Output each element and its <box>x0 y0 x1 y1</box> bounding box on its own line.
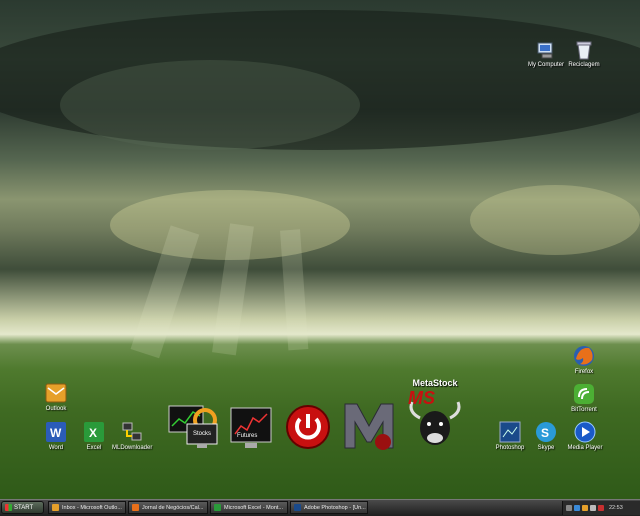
my-computer-icon[interactable]: My Computer <box>528 42 564 68</box>
mail-icon <box>45 383 67 403</box>
photoshop-icon[interactable]: Photoshop <box>492 421 528 451</box>
task-label: Microsoft Excel - Mont... <box>224 504 283 511</box>
task-label: Jornal de Negócios/Cal... <box>142 504 204 511</box>
clock[interactable]: 22:53 <box>609 505 623 511</box>
tray-network-icon[interactable] <box>574 505 580 511</box>
system-tray: 22:53 <box>562 501 640 515</box>
metastock-icon[interactable]: MetaStock MS <box>400 378 470 448</box>
tray-volume-icon[interactable] <box>590 505 596 511</box>
start-button[interactable]: START <box>1 501 44 514</box>
icon-label: My Computer <box>528 62 565 68</box>
skype-logo-icon: S <box>536 422 556 442</box>
network-icon <box>122 422 142 441</box>
icon-label: Reciclagem <box>568 62 600 68</box>
photoshop-icon <box>294 504 301 511</box>
cloud-light <box>470 185 640 255</box>
taskbar: START Inbox - Microsoft Outlo... Jornal … <box>0 499 640 516</box>
play-icon <box>574 421 596 443</box>
svg-text:X: X <box>89 426 97 440</box>
tray-arrow-icon[interactable] <box>566 505 572 511</box>
futures-label: Futures <box>237 433 258 439</box>
svg-text:S: S <box>541 426 549 440</box>
spreadsheet-icon: X <box>84 422 104 442</box>
stocks-label: Stocks <box>193 431 212 437</box>
stocks-chart-icon <box>168 405 218 448</box>
icon-label: Outlook <box>45 406 67 412</box>
icon-label: Photoshop <box>495 445 525 451</box>
task-label: Adobe Photoshop - [Un... <box>304 504 366 511</box>
futures-icon[interactable]: Futures <box>228 406 274 450</box>
outlook-icon <box>52 504 59 511</box>
icon-label: Firefox <box>574 369 594 375</box>
word-doc-icon: W <box>46 422 66 442</box>
futures-chart-icon <box>230 407 272 448</box>
torrent-icon <box>574 384 594 404</box>
excel-icon <box>214 504 221 511</box>
icon-label: Word <box>48 445 64 451</box>
icon-label: MLDownloader <box>112 445 153 451</box>
icon-label: Media Player <box>567 445 603 451</box>
firefox-globe-icon <box>574 346 594 366</box>
taskbar-item-photoshop[interactable]: Adobe Photoshop - [Un... <box>290 501 368 514</box>
m-logo-icon <box>344 403 394 450</box>
desktop: My Computer Reciclagem Firefox BitTorren… <box>0 0 640 499</box>
taskbar-item-browser[interactable]: Jornal de Negócios/Cal... <box>128 501 208 514</box>
firefox-icon <box>132 504 139 511</box>
metastock-badge: MS <box>408 388 435 408</box>
excel-icon[interactable]: X Excel <box>76 421 112 451</box>
start-label: START <box>14 504 34 511</box>
power-button-icon[interactable] <box>284 404 332 450</box>
cloud-layer <box>60 60 360 150</box>
icon-label: Skype <box>537 445 555 451</box>
media-player-icon[interactable]: Media Player <box>565 421 605 451</box>
taskbar-item-excel[interactable]: Microsoft Excel - Mont... <box>210 501 288 514</box>
windows-logo-icon <box>5 504 12 511</box>
skype-icon[interactable]: S Skype <box>529 421 563 451</box>
icon-label: BitTorrent <box>571 407 597 413</box>
photo-editor-icon <box>499 421 521 443</box>
power-icon <box>286 405 330 449</box>
stocks-icon[interactable]: Stocks <box>166 404 220 450</box>
outlook-icon[interactable]: Outlook <box>38 382 74 412</box>
mldownloader-icon[interactable]: MLDownloader <box>112 421 152 451</box>
tray-shield-icon[interactable] <box>582 505 588 511</box>
bittorrent-icon[interactable]: BitTorrent <box>566 383 602 413</box>
taskbar-item-outlook[interactable]: Inbox - Microsoft Outlo... <box>48 501 126 514</box>
icon-label: Excel <box>86 445 102 451</box>
trash-icon <box>576 41 592 60</box>
task-label: Inbox - Microsoft Outlo... <box>62 504 122 511</box>
metastock-m-icon[interactable] <box>340 398 400 452</box>
tray-alert-icon[interactable] <box>598 505 604 511</box>
svg-text:W: W <box>50 426 62 440</box>
metastock-title: MetaStock <box>412 378 458 388</box>
firefox-icon[interactable]: Firefox <box>566 345 602 375</box>
computer-icon <box>537 42 553 59</box>
recycle-bin-icon[interactable]: Reciclagem <box>566 40 602 68</box>
word-icon[interactable]: W Word <box>38 421 74 451</box>
